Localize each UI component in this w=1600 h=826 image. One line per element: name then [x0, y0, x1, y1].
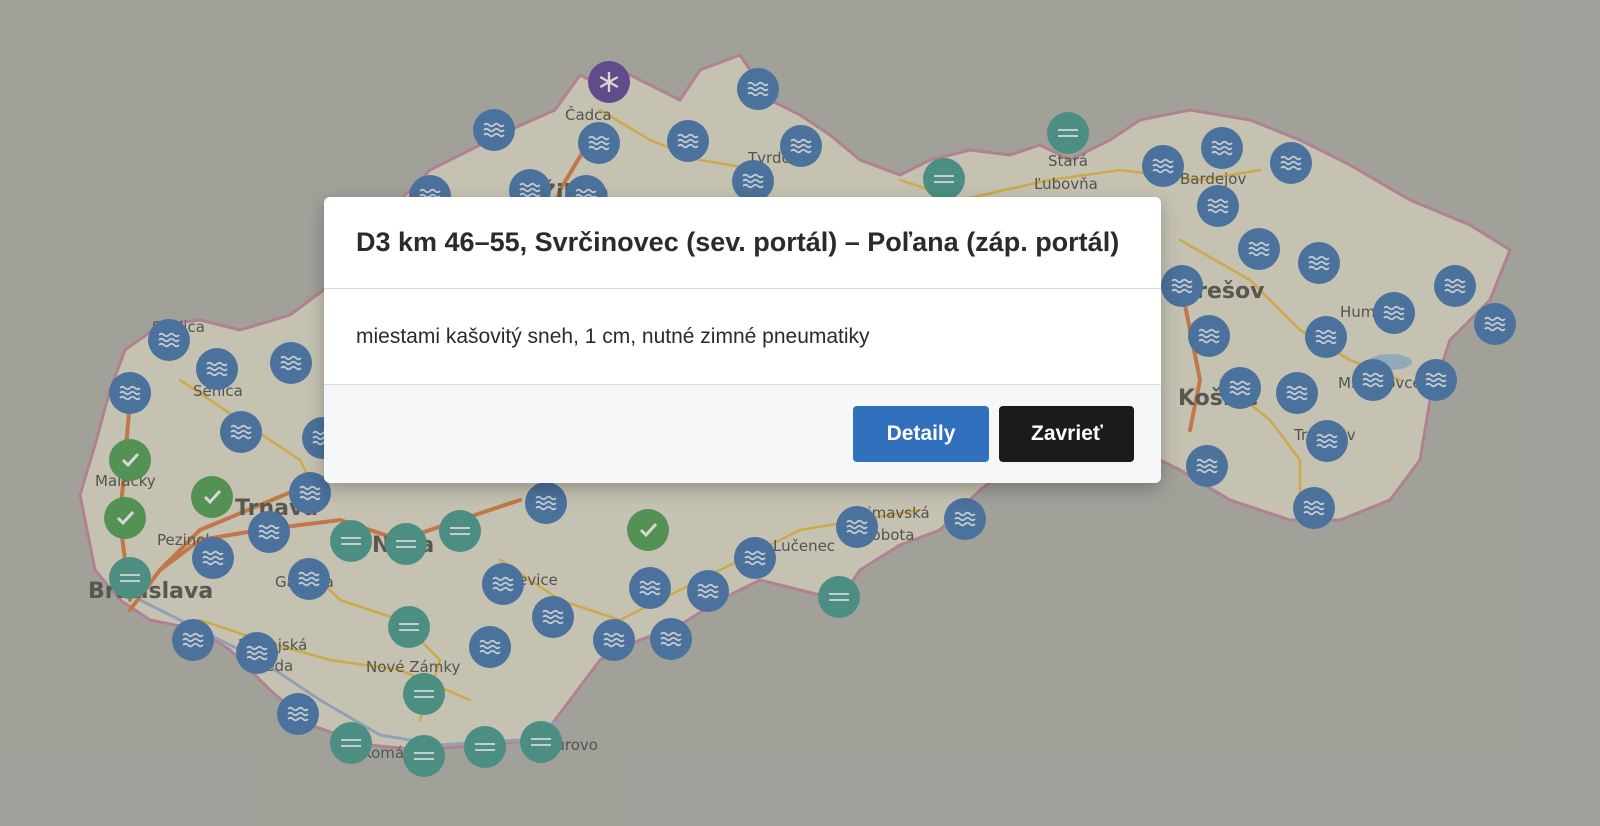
close-button[interactable]: Zavrieť [999, 406, 1134, 462]
dialog-header: D3 km 46–55, Svrčinovec (sev. portál) – … [324, 197, 1161, 289]
dialog-footer: Detaily Zavrieť [324, 385, 1161, 483]
dialog-body: miestami kašovitý sneh, 1 cm, nutné zimn… [324, 289, 1161, 385]
condition-description: miestami kašovitý sneh, 1 cm, nutné zimn… [356, 324, 870, 348]
details-button[interactable]: Detaily [853, 406, 989, 462]
dialog-title: D3 km 46–55, Svrčinovec (sev. portál) – … [356, 227, 1120, 257]
road-condition-dialog: D3 km 46–55, Svrčinovec (sev. portál) – … [324, 197, 1161, 483]
